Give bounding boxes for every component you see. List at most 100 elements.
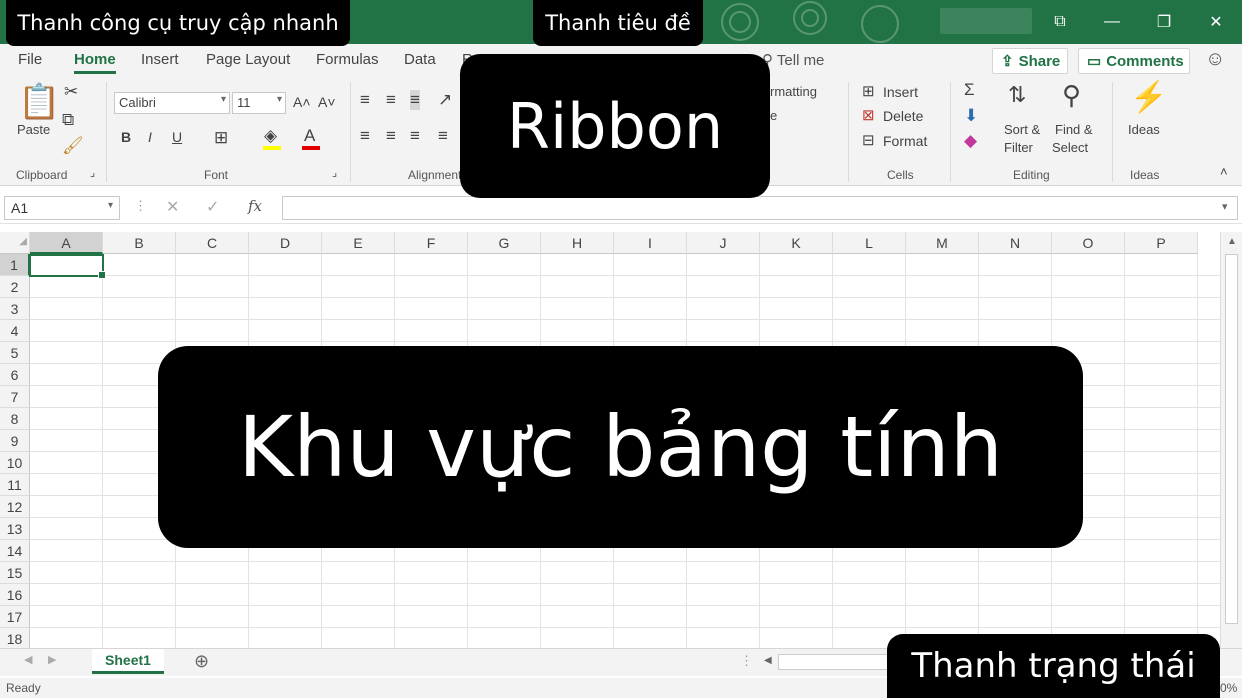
insert-cells-button[interactable]: Insert bbox=[883, 84, 918, 100]
column-header[interactable]: D bbox=[249, 232, 322, 254]
row-header[interactable]: 2 bbox=[0, 276, 30, 298]
format-cells-button[interactable]: Format bbox=[883, 133, 927, 149]
row-header[interactable]: 7 bbox=[0, 386, 30, 408]
orientation-icon[interactable]: ↗ bbox=[438, 90, 452, 110]
format-cells-icon[interactable]: ⊟ bbox=[862, 131, 875, 149]
paste-icon[interactable]: 📋 bbox=[18, 82, 60, 122]
row-header[interactable]: 11 bbox=[0, 474, 30, 496]
scrollbar-thumb[interactable] bbox=[1225, 254, 1238, 624]
row-header[interactable]: 5 bbox=[0, 342, 30, 364]
align-left-icon[interactable]: ≡ bbox=[360, 126, 370, 146]
comments-button[interactable]: ▭ Comments bbox=[1078, 48, 1190, 74]
column-header[interactable]: C bbox=[176, 232, 249, 254]
column-header[interactable]: L bbox=[833, 232, 906, 254]
font-color-icon[interactable]: A bbox=[304, 126, 315, 146]
underline-button[interactable]: U bbox=[172, 129, 182, 145]
styles-button[interactable]: e bbox=[770, 108, 777, 123]
row-header[interactable]: 16 bbox=[0, 584, 30, 606]
tab-data[interactable]: Data bbox=[404, 51, 436, 68]
column-header[interactable]: A bbox=[30, 232, 103, 254]
bold-button[interactable]: B bbox=[121, 129, 131, 145]
indent-icon[interactable]: ≡ bbox=[438, 126, 448, 146]
column-header[interactable]: I bbox=[614, 232, 687, 254]
scroll-left-icon[interactable]: ◀ bbox=[764, 655, 772, 666]
find-select-label[interactable]: Find & bbox=[1055, 122, 1093, 137]
find-select-icon[interactable]: ⚲ bbox=[1062, 80, 1081, 111]
restore-icon[interactable]: ❐ bbox=[1138, 0, 1190, 44]
align-top-icon[interactable]: ≡ bbox=[360, 90, 370, 110]
font-name-combo[interactable]: Calibri ▾ bbox=[114, 92, 230, 114]
select-label[interactable]: Select bbox=[1052, 140, 1088, 155]
column-header[interactable]: G bbox=[468, 232, 541, 254]
vertical-scrollbar[interactable]: ▲ bbox=[1220, 232, 1242, 648]
column-header[interactable]: B bbox=[103, 232, 176, 254]
ideas-button[interactable]: Ideas bbox=[1128, 122, 1160, 137]
paste-label[interactable]: Paste bbox=[17, 122, 50, 137]
align-right-icon[interactable]: ≡ bbox=[410, 126, 420, 146]
fill-icon[interactable]: ⬇ bbox=[964, 106, 978, 126]
row-header[interactable]: 17 bbox=[0, 606, 30, 628]
align-bottom-icon[interactable]: ≡ bbox=[410, 90, 420, 110]
cancel-icon[interactable]: ✕ bbox=[166, 197, 179, 217]
column-header[interactable]: O bbox=[1052, 232, 1125, 254]
close-icon[interactable]: ✕ bbox=[1190, 0, 1242, 44]
expand-formula-bar-icon[interactable]: ▾ bbox=[1222, 200, 1228, 213]
borders-icon[interactable]: ⊞ bbox=[214, 128, 228, 148]
cut-icon[interactable]: ✂ bbox=[64, 82, 78, 102]
tab-split-handle-icon[interactable]: ⋮ bbox=[740, 653, 753, 669]
row-header[interactable]: 18 bbox=[0, 628, 30, 648]
tab-home[interactable]: Home bbox=[74, 51, 116, 74]
row-header[interactable]: 10 bbox=[0, 452, 30, 474]
sort-filter-label[interactable]: Sort & bbox=[1004, 122, 1040, 137]
scroll-up-icon[interactable]: ▲ bbox=[1227, 236, 1237, 247]
fill-color-icon[interactable]: ◈ bbox=[264, 126, 277, 146]
more-options-icon[interactable]: ⋮ bbox=[134, 198, 147, 214]
align-center-icon[interactable]: ≡ bbox=[386, 126, 396, 146]
sort-filter-icon[interactable]: ⇅ bbox=[1008, 82, 1026, 108]
column-header[interactable]: P bbox=[1125, 232, 1198, 254]
share-button[interactable]: ⇪ Share bbox=[992, 48, 1068, 74]
next-sheet-icon[interactable]: ▶ bbox=[48, 653, 56, 666]
filter-label[interactable]: Filter bbox=[1004, 140, 1033, 155]
enter-icon[interactable]: ✓ bbox=[206, 197, 219, 217]
delete-cells-icon[interactable]: ⊠ bbox=[862, 106, 875, 124]
column-header[interactable]: E bbox=[322, 232, 395, 254]
collapse-ribbon-icon[interactable]: ˄ bbox=[1220, 164, 1228, 179]
row-header[interactable]: 13 bbox=[0, 518, 30, 540]
row-header[interactable]: 14 bbox=[0, 540, 30, 562]
row-header[interactable]: 6 bbox=[0, 364, 30, 386]
ideas-icon[interactable]: ⚡ bbox=[1130, 80, 1167, 115]
account-area[interactable] bbox=[940, 8, 1032, 34]
row-header[interactable]: 12 bbox=[0, 496, 30, 518]
row-header[interactable]: 9 bbox=[0, 430, 30, 452]
name-box[interactable]: A1 ▾ bbox=[4, 196, 120, 220]
font-size-combo[interactable]: 11 ▾ bbox=[232, 92, 286, 114]
shrink-font-button[interactable]: A˅ bbox=[318, 94, 336, 110]
insert-function-icon[interactable]: fx bbox=[248, 197, 262, 215]
row-header[interactable]: 8 bbox=[0, 408, 30, 430]
tab-formulas[interactable]: Formulas bbox=[316, 51, 379, 68]
sheet-tab-sheet1[interactable]: Sheet1 bbox=[92, 649, 164, 674]
row-header[interactable]: 4 bbox=[0, 320, 30, 342]
column-header[interactable]: F bbox=[395, 232, 468, 254]
prev-sheet-icon[interactable]: ◀ bbox=[24, 653, 32, 666]
row-header[interactable]: 1 bbox=[0, 254, 30, 276]
tell-me-search[interactable]: ⚲ Tell me bbox=[762, 51, 824, 69]
column-header[interactable]: M bbox=[906, 232, 979, 254]
tab-insert[interactable]: Insert bbox=[141, 51, 179, 68]
font-launcher-icon[interactable]: ⌟ bbox=[332, 166, 337, 179]
active-cell-a1[interactable] bbox=[29, 254, 106, 279]
insert-cells-icon[interactable]: ⊞ bbox=[862, 82, 875, 100]
row-header[interactable]: 15 bbox=[0, 562, 30, 584]
clipboard-launcher-icon[interactable]: ⌟ bbox=[90, 166, 95, 179]
zoom-level[interactable]: 0% bbox=[1220, 681, 1237, 695]
conditional-formatting-button[interactable]: rmatting bbox=[770, 84, 817, 99]
horizontal-scrollbar-thumb[interactable] bbox=[778, 654, 888, 670]
column-header[interactable]: N bbox=[979, 232, 1052, 254]
select-all-corner[interactable]: ◢ bbox=[0, 232, 30, 254]
column-header[interactable]: K bbox=[760, 232, 833, 254]
row-header[interactable]: 3 bbox=[0, 298, 30, 320]
format-painter-icon[interactable]: 🖌 bbox=[62, 136, 84, 156]
italic-button[interactable]: I bbox=[148, 129, 152, 145]
column-header[interactable]: H bbox=[541, 232, 614, 254]
